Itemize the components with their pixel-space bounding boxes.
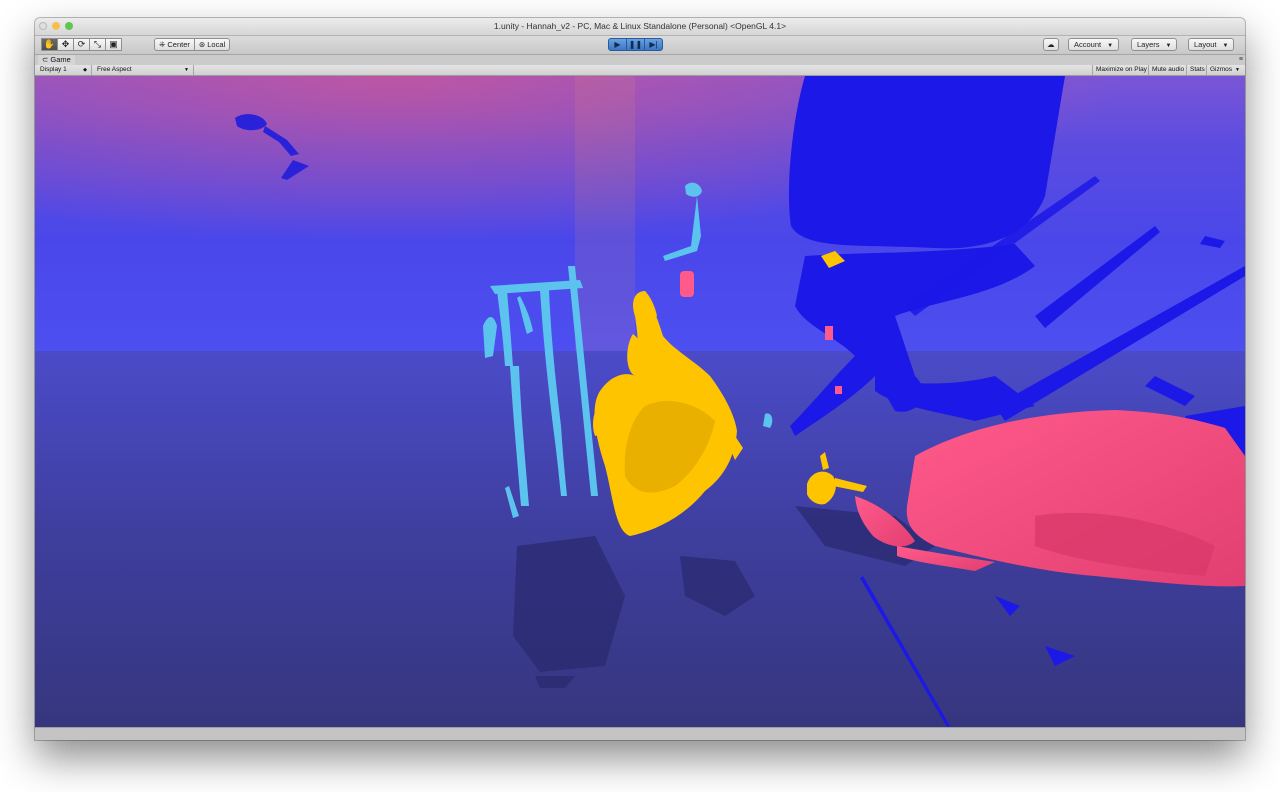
- tab-bar: ⊂ Game ≡: [35, 55, 1245, 65]
- aspect-dropdown[interactable]: Free Aspect ▼: [92, 65, 194, 75]
- scale-icon: ⤡: [93, 39, 102, 49]
- chevron-down-icon: ▼: [1107, 43, 1114, 49]
- step-icon: ▶|: [649, 40, 658, 49]
- chevron-down-icon: ◆: [83, 67, 87, 73]
- minimize-window-button[interactable]: [52, 22, 60, 30]
- pivot-center-button[interactable]: ⁜ Center: [154, 38, 195, 51]
- stats-toggle[interactable]: Stats: [1186, 65, 1208, 75]
- transform-tools: ✋ ✥ ⟳ ⤡ ▣: [41, 38, 122, 51]
- pivot-local-button[interactable]: ⊛ Local: [193, 38, 231, 51]
- game-viewport[interactable]: [35, 76, 1245, 727]
- main-toolbar: ✋ ✥ ⟳ ⤡ ▣ ⁜ Center ⊛ Local ▶ ❚❚ ▶| ☁ Acc…: [35, 36, 1245, 55]
- chevron-down-icon: ▼: [1235, 67, 1240, 73]
- display-dropdown[interactable]: Display 1 ◆: [35, 65, 92, 75]
- window-controls: [39, 22, 73, 30]
- account-dropdown[interactable]: Account ▼: [1068, 38, 1120, 51]
- pause-icon: ❚❚: [628, 40, 643, 49]
- local-space-icon: ⊛: [198, 40, 208, 49]
- rotate-icon: ⟳: [77, 39, 86, 49]
- play-button[interactable]: ▶: [608, 38, 627, 51]
- step-button[interactable]: ▶|: [644, 38, 663, 51]
- tab-options-icon[interactable]: ≡: [1239, 55, 1243, 64]
- tab-game[interactable]: ⊂ Game: [38, 55, 75, 65]
- layout-dropdown[interactable]: Layout ▼: [1188, 38, 1235, 51]
- move-icon: ✥: [61, 39, 70, 49]
- gizmos-dropdown[interactable]: Gizmos ▼: [1206, 65, 1245, 75]
- rect-tool-button[interactable]: ▣: [105, 38, 122, 51]
- status-bar: [35, 727, 1245, 740]
- hand-tool-button[interactable]: ✋: [41, 38, 58, 51]
- scene-render: [35, 76, 1245, 727]
- hand-icon: ✋: [43, 39, 56, 49]
- playback-controls: ▶ ❚❚ ▶|: [608, 38, 663, 51]
- rotate-tool-button[interactable]: ⟳: [73, 38, 90, 51]
- unity-editor-window: 1.unity - Hannah_v2 - PC, Mac & Linux St…: [35, 18, 1245, 740]
- game-view-toolbar: Display 1 ◆ Free Aspect ▼ Maximize on Play…: [35, 65, 1245, 76]
- cloud-icon: ☁: [1047, 40, 1055, 49]
- wall-light-column: [575, 76, 635, 351]
- scale-tool-button[interactable]: ⤡: [89, 38, 106, 51]
- cloud-button[interactable]: ☁: [1043, 38, 1059, 51]
- chevron-down-icon: ▼: [184, 67, 189, 73]
- play-icon: ▶: [614, 40, 621, 49]
- pivot-toggles: ⁜ Center ⊛ Local: [154, 38, 231, 51]
- title-bar: 1.unity - Hannah_v2 - PC, Mac & Linux St…: [35, 18, 1245, 36]
- layers-dropdown[interactable]: Layers ▼: [1131, 38, 1178, 51]
- mute-audio-toggle[interactable]: Mute audio: [1148, 65, 1187, 75]
- pause-button[interactable]: ❚❚: [626, 38, 645, 51]
- chevron-down-icon: ▼: [1222, 43, 1229, 49]
- maximize-on-play-toggle[interactable]: Maximize on Play: [1092, 65, 1150, 75]
- chevron-down-icon: ▼: [1165, 43, 1172, 49]
- zoom-window-button[interactable]: [65, 22, 73, 30]
- rect-icon: ▣: [109, 39, 118, 49]
- window-title: 1.unity - Hannah_v2 - PC, Mac & Linux St…: [493, 21, 787, 31]
- move-tool-button[interactable]: ✥: [57, 38, 74, 51]
- close-window-button[interactable]: [39, 22, 47, 30]
